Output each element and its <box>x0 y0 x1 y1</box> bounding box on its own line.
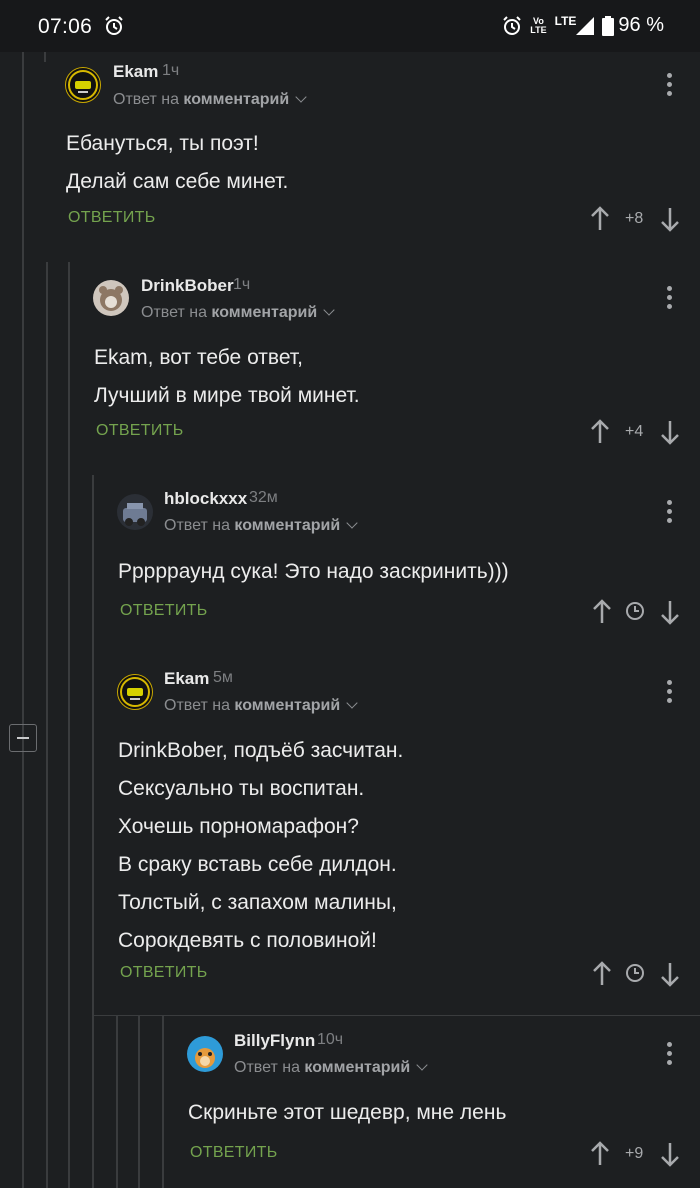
comment-time: 10ч <box>317 1031 344 1048</box>
comment-time: 5м <box>213 669 233 686</box>
clock-icon <box>626 602 644 620</box>
battery-percent: 96 % <box>618 14 664 36</box>
alarm-icon <box>105 16 123 35</box>
more-vert-icon[interactable] <box>667 500 673 527</box>
divider <box>94 1015 700 1016</box>
thread-line <box>138 1016 140 1188</box>
chevron-down-icon <box>346 697 358 709</box>
comment-author[interactable]: DrinkBober <box>141 276 234 296</box>
status-time: 07:06 <box>38 15 93 38</box>
arrow-up-icon[interactable] <box>590 419 610 445</box>
comment-author[interactable]: Ekam <box>113 62 158 82</box>
arrow-down-icon[interactable] <box>660 599 680 625</box>
reply-button[interactable]: ОТВЕТИТЬ <box>96 422 184 440</box>
comment-score: +8 <box>625 210 644 227</box>
more-vert-icon[interactable] <box>667 1042 673 1069</box>
thread-line <box>162 1016 164 1188</box>
avatar[interactable] <box>187 1036 223 1072</box>
reply-to-link[interactable]: Ответ на комментарий <box>164 697 358 715</box>
comment-body: Ебануться, ты поэт! Делай сам себе минет. <box>66 132 289 193</box>
reply-to-link[interactable]: Ответ на комментарий <box>164 517 358 535</box>
reply-button[interactable]: ОТВЕТИТЬ <box>120 964 208 982</box>
volte-label: Vo LTE <box>530 15 547 35</box>
signal-icon <box>576 16 595 35</box>
comment-time: 1ч <box>162 62 180 79</box>
arrow-down-icon[interactable] <box>660 206 680 232</box>
network-type: LTE <box>554 13 577 28</box>
battery-icon <box>602 15 615 36</box>
reply-button[interactable]: ОТВЕТИТЬ <box>68 209 156 227</box>
reply-to-link[interactable]: Ответ на комментарий <box>141 304 335 322</box>
thread-line <box>46 262 48 1188</box>
more-vert-icon[interactable] <box>667 680 673 707</box>
thread-line <box>44 52 46 62</box>
avatar[interactable] <box>65 67 101 103</box>
comment-author[interactable]: hblockxxx <box>164 489 247 509</box>
comment-body: Скриньте этот шедевр, мне лень <box>188 1101 507 1124</box>
thread-line <box>22 52 24 1188</box>
arrow-up-icon[interactable] <box>590 206 610 232</box>
reply-to-link[interactable]: Ответ на комментарий <box>234 1059 428 1077</box>
comment-author[interactable]: Ekam <box>164 669 209 689</box>
comment-score: +4 <box>625 423 644 440</box>
thread-line <box>68 262 70 1188</box>
comment-author[interactable]: BillyFlynn <box>234 1031 315 1051</box>
comment-score: +9 <box>625 1145 644 1162</box>
reply-to-link[interactable]: Ответ на комментарий <box>113 91 307 109</box>
arrow-down-icon[interactable] <box>660 1141 680 1167</box>
reply-button[interactable]: ОТВЕТИТЬ <box>190 1144 278 1162</box>
chevron-down-icon <box>295 91 307 103</box>
alarm-icon <box>503 15 521 35</box>
status-bar: 07:06 Vo LTE LTE 96 % <box>0 0 700 52</box>
status-icons: Vo LTE LTE 96 % <box>502 14 664 37</box>
arrow-down-icon[interactable] <box>660 419 680 445</box>
chevron-down-icon <box>416 1059 428 1071</box>
comment-body: Ррррраунд сука! Это надо заскринить))) <box>118 560 509 583</box>
arrow-down-icon[interactable] <box>660 961 680 987</box>
arrow-up-icon[interactable] <box>592 599 612 625</box>
reply-button[interactable]: ОТВЕТИТЬ <box>120 602 208 620</box>
chevron-down-icon <box>323 304 335 316</box>
collapse-thread-button[interactable] <box>9 724 37 752</box>
avatar[interactable] <box>117 674 153 710</box>
thread-line <box>92 475 94 1188</box>
arrow-up-icon[interactable] <box>590 1141 610 1167</box>
more-vert-icon[interactable] <box>667 286 673 313</box>
clock-icon <box>626 964 644 982</box>
chevron-down-icon <box>346 517 358 529</box>
comment-time: 1ч <box>233 276 251 293</box>
more-vert-icon[interactable] <box>667 73 673 100</box>
arrow-up-icon[interactable] <box>592 961 612 987</box>
thread-line <box>116 1016 118 1188</box>
comment-body: DrinkBober, подъёб засчитан. Сексуально т… <box>118 739 404 952</box>
avatar[interactable] <box>117 494 153 530</box>
comment-body: Ekam, вот тебе ответ, Лучший в мире твой … <box>94 346 360 407</box>
comment-time: 32м <box>249 489 278 506</box>
avatar[interactable] <box>93 280 129 316</box>
